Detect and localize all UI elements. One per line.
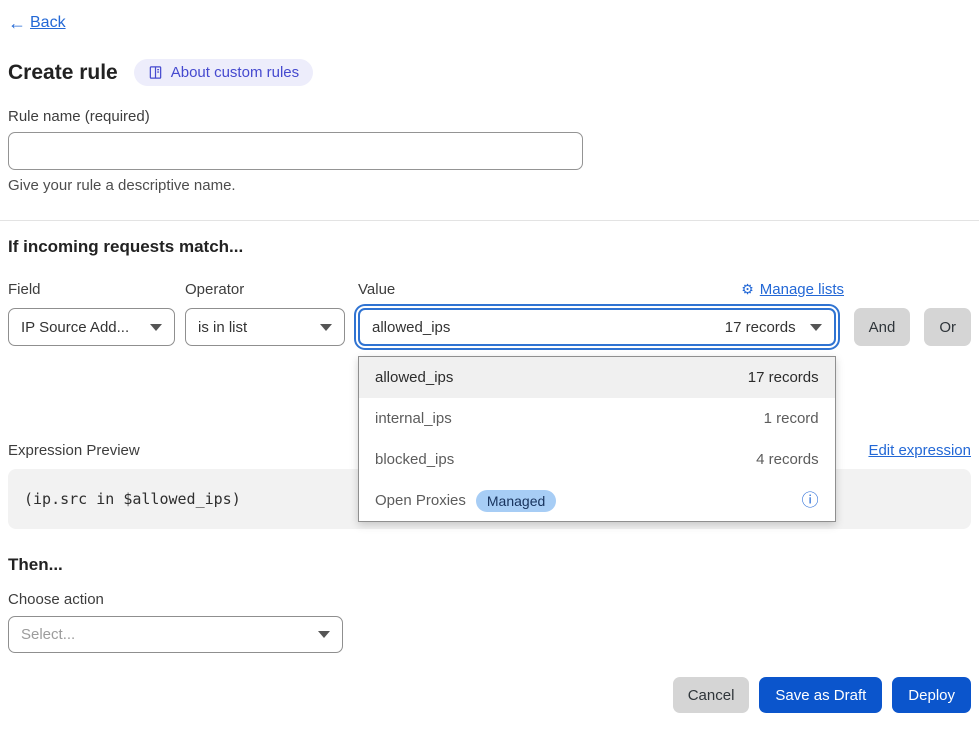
list-option-open-proxies[interactable]: Open Proxies Managed ⓘ (359, 480, 835, 521)
match-section-heading: If incoming requests match... (8, 237, 971, 257)
about-pill-label: About custom rules (171, 64, 299, 81)
action-select-placeholder: Select... (21, 626, 75, 643)
choose-action-label: Choose action (8, 591, 971, 608)
chevron-down-icon (320, 324, 332, 331)
list-option-name: internal_ips (375, 410, 452, 427)
list-option-meta: 1 record (764, 410, 819, 427)
list-dropdown: allowed_ips 17 records internal_ips 1 re… (358, 356, 836, 522)
list-option-blocked-ips[interactable]: blocked_ips 4 records (359, 439, 835, 480)
manage-lists-link[interactable]: ⚙ Manage lists (741, 281, 844, 298)
field-select-value: IP Source Add... (21, 319, 129, 336)
operator-select[interactable]: is in list (185, 308, 345, 346)
list-option-meta: 4 records (756, 451, 819, 468)
operator-label: Operator (185, 281, 358, 298)
book-icon (148, 65, 163, 80)
list-option-internal-ips[interactable]: internal_ips 1 record (359, 398, 835, 439)
chevron-down-icon (150, 324, 162, 331)
rule-name-label: Rule name (required) (8, 108, 971, 125)
rule-name-helper: Give your rule a descriptive name. (8, 177, 971, 194)
or-button[interactable]: Or (924, 308, 971, 346)
title-row: Create rule About custom rules (8, 59, 971, 86)
footer-actions: Cancel Save as Draft Deploy (8, 677, 971, 713)
back-link[interactable]: ←Back (8, 14, 66, 32)
condition-controls-row: IP Source Add... is in list allowed_ips … (8, 308, 971, 346)
chevron-down-icon (810, 324, 822, 331)
condition-labels-row: Field Operator Value ⚙ Manage lists (8, 281, 971, 298)
field-select[interactable]: IP Source Add... (8, 308, 175, 346)
section-divider (0, 220, 979, 221)
about-custom-rules-link[interactable]: About custom rules (134, 59, 313, 86)
back-link-label: Back (30, 14, 66, 32)
create-rule-page: ←Back Create rule About custom rules Rul… (0, 0, 979, 713)
value-select-meta: 17 records (725, 319, 796, 336)
save-as-draft-button[interactable]: Save as Draft (759, 677, 882, 713)
then-section-heading: Then... (8, 555, 971, 575)
action-select[interactable]: Select... (8, 616, 343, 653)
expression-preview-label: Expression Preview (8, 442, 140, 459)
field-label: Field (8, 281, 185, 298)
list-option-allowed-ips[interactable]: allowed_ips 17 records (359, 357, 835, 398)
page-title: Create rule (8, 61, 118, 85)
gear-icon: ⚙ (741, 281, 754, 298)
value-select-wrapper: allowed_ips 17 records allowed_ips 17 re… (358, 308, 836, 346)
manage-lists-label: Manage lists (760, 281, 844, 298)
value-select[interactable]: allowed_ips 17 records (358, 308, 836, 346)
edit-expression-link[interactable]: Edit expression (868, 442, 971, 459)
rule-name-input[interactable] (8, 132, 583, 170)
managed-badge: Managed (476, 490, 556, 512)
back-arrow-icon: ← (8, 14, 26, 32)
list-option-meta: 17 records (748, 369, 819, 386)
list-option-name: blocked_ips (375, 451, 454, 468)
rule-name-block: Rule name (required) Give your rule a de… (8, 108, 971, 194)
list-option-name: Open Proxies (375, 492, 466, 509)
list-option-name: allowed_ips (375, 369, 453, 386)
chevron-down-icon (318, 631, 330, 638)
operator-select-value: is in list (198, 319, 247, 336)
and-button[interactable]: And (854, 308, 911, 346)
expression-code: (ip.src in $allowed_ips) (24, 490, 241, 508)
value-label: Value (358, 281, 395, 298)
cancel-button[interactable]: Cancel (673, 677, 750, 713)
value-select-value: allowed_ips (372, 319, 450, 336)
deploy-button[interactable]: Deploy (892, 677, 971, 713)
info-icon[interactable]: ⓘ (802, 492, 819, 509)
